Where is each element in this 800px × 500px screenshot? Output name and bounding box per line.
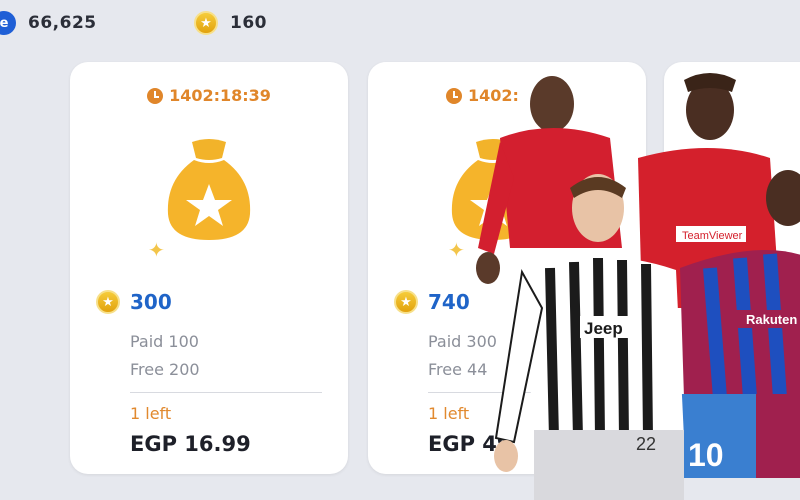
currency-bar: e 66,625 ★ 160 bbox=[0, 0, 800, 46]
stock-left-text: 1 left bbox=[130, 404, 172, 423]
coin-amount-value: 740 bbox=[428, 290, 470, 314]
efootball-coin-balance[interactable]: e 66,625 bbox=[0, 10, 97, 36]
star-coin-value: 160 bbox=[230, 13, 267, 33]
star-coin-icon: ★ bbox=[96, 290, 120, 314]
timer-text: 1402:18:39 bbox=[169, 86, 271, 105]
barca-sponsor: Rakuten bbox=[746, 312, 797, 327]
price-text: EGP 16.99 bbox=[130, 432, 251, 456]
star-coin-icon: ★ bbox=[394, 290, 418, 314]
coin-amount-value: 300 bbox=[130, 290, 172, 314]
free-coins-text: Free 200 bbox=[130, 360, 200, 379]
barca-shorts-number: 10 bbox=[688, 437, 724, 473]
offer-timer: 1402:18:39 bbox=[70, 86, 348, 105]
paid-coins-text: Paid 100 bbox=[130, 332, 199, 351]
efootball-coin-value: 66,625 bbox=[28, 13, 97, 33]
clock-icon bbox=[147, 87, 164, 104]
efootball-coin-icon: e bbox=[0, 11, 16, 35]
juventus-shorts-number: 22 bbox=[636, 434, 656, 454]
coin-pack-card-300[interactable]: 1402:18:39 ✦ ★ 300 Paid 100 Free 200 1 l… bbox=[70, 62, 348, 474]
clock-icon bbox=[446, 87, 462, 104]
sparkle-icon: ✦ bbox=[448, 238, 465, 262]
players-promo-image: TeamViewer Rakuten 10 Jeep 22 bbox=[476, 73, 800, 500]
man-utd-sponsor: TeamViewer bbox=[682, 230, 743, 242]
divider bbox=[130, 392, 322, 393]
sparkle-icon: ✦ bbox=[148, 238, 165, 262]
juventus-sponsor: Jeep bbox=[584, 319, 623, 338]
coin-amount: ★ 740 bbox=[394, 290, 470, 314]
star-coin-icon: ★ bbox=[194, 11, 218, 35]
star-coin-balance[interactable]: ★ 160 bbox=[194, 10, 267, 36]
stock-left-text: 1 left bbox=[428, 404, 470, 423]
coin-bag-icon bbox=[167, 139, 251, 240]
coin-amount: ★ 300 bbox=[96, 290, 172, 314]
